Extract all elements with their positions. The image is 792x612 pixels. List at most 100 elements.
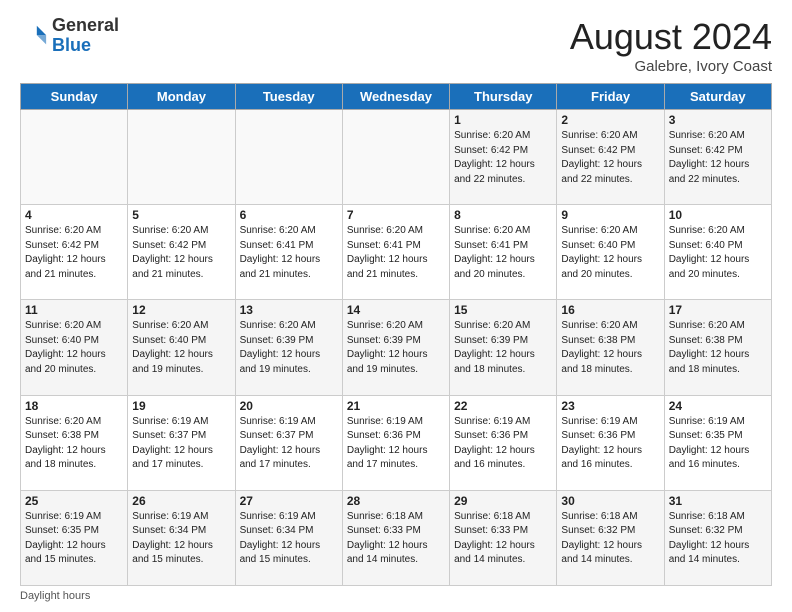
calendar-day-cell: 2 Sunrise: 6:20 AM Sunset: 6:42 PM Daylig… [557,110,664,205]
calendar-header-row: SundayMondayTuesdayWednesdayThursdayFrid… [21,84,772,110]
day-number: 11 [25,303,123,317]
calendar-day-cell: 19Sunrise: 6:19 AM Sunset: 6:37 PM Dayli… [128,395,235,490]
calendar-day-header: Thursday [450,84,557,110]
calendar-week-row: 4 Sunrise: 6:20 AM Sunset: 6:42 PM Daylig… [21,205,772,300]
day-info: Sunrise: 6:20 AM Sunset: 6:38 PM Dayligh… [561,319,659,377]
logo-blue-text: Blue [52,35,91,55]
calendar-day-cell [235,110,342,205]
calendar-day-header: Tuesday [235,84,342,110]
day-info: Sunrise: 6:19 AM Sunset: 6:36 PM Dayligh… [347,415,445,473]
calendar-week-row: 1Sunrise: 6:20 AM Sunset: 6:42 PM Daylig… [21,110,772,205]
day-info: Sunrise: 6:20 AM Sunset: 6:40 PM Dayligh… [132,319,230,377]
day-info: Sunrise: 6:20 AM Sunset: 6:38 PM Dayligh… [669,319,767,377]
calendar-day-cell: 15 Sunrise: 6:20 AM Sunset: 6:39 PM Dayli… [450,300,557,395]
logo-general-text: General [52,15,119,35]
calendar-day-header: Monday [128,84,235,110]
day-info: Sunrise: 6:18 AM Sunset: 6:33 PM Dayligh… [454,510,552,568]
day-number: 6 [240,208,338,222]
day-info: Sunrise: 6:18 AM Sunset: 6:32 PM Dayligh… [561,510,659,568]
day-number: 10 [669,208,767,222]
calendar-day-cell: 5Sunrise: 6:20 AM Sunset: 6:42 PM Daylig… [128,205,235,300]
day-number: 16 [561,303,659,317]
calendar-day-cell: 30 Sunrise: 6:18 AM Sunset: 6:32 PM Dayli… [557,490,664,585]
logo: General Blue [20,16,119,56]
logo-text: General Blue [52,16,119,56]
calendar-day-cell: 24Sunrise: 6:19 AM Sunset: 6:35 PM Dayli… [664,395,771,490]
calendar-day-cell: 20Sunrise: 6:19 AM Sunset: 6:37 PM Dayli… [235,395,342,490]
calendar-week-row: 25 Sunrise: 6:19 AM Sunset: 6:35 PM Dayli… [21,490,772,585]
calendar-day-cell: 26 Sunrise: 6:19 AM Sunset: 6:34 PM Dayli… [128,490,235,585]
calendar-day-cell: 4 Sunrise: 6:20 AM Sunset: 6:42 PM Daylig… [21,205,128,300]
day-info: Sunrise: 6:20 AM Sunset: 6:40 PM Dayligh… [561,224,659,282]
day-number: 4 [25,208,123,222]
day-number: 23 [561,399,659,413]
day-number: 20 [240,399,338,413]
day-info: Sunrise: 6:20 AM Sunset: 6:38 PM Dayligh… [25,415,123,473]
day-info: Sunrise: 6:20 AM Sunset: 6:39 PM Dayligh… [454,319,552,377]
day-info: Sunrise: 6:18 AM Sunset: 6:32 PM Dayligh… [669,510,767,568]
day-number: 8 [454,208,552,222]
day-number: 12 [132,303,230,317]
calendar-day-cell: 12 Sunrise: 6:20 AM Sunset: 6:40 PM Dayli… [128,300,235,395]
day-info: Sunrise: 6:20 AM Sunset: 6:42 PM Dayligh… [25,224,123,282]
calendar-day-cell [21,110,128,205]
day-number: 26 [132,494,230,508]
day-number: 25 [25,494,123,508]
day-info: Sunrise: 6:20 AM Sunset: 6:41 PM Dayligh… [347,224,445,282]
day-info: Sunrise: 6:20 AM Sunset: 6:39 PM Dayligh… [347,319,445,377]
day-number: 22 [454,399,552,413]
calendar-day-cell: 29 Sunrise: 6:18 AM Sunset: 6:33 PM Dayli… [450,490,557,585]
day-number: 2 [561,113,659,127]
day-number: 21 [347,399,445,413]
day-info: Sunrise: 6:18 AM Sunset: 6:33 PM Dayligh… [347,510,445,568]
calendar-day-cell: 6 Sunrise: 6:20 AM Sunset: 6:41 PM Daylig… [235,205,342,300]
day-number: 7 [347,208,445,222]
daylight-hours-label: Daylight hours [20,590,90,602]
calendar-day-cell: 21 Sunrise: 6:19 AM Sunset: 6:36 PM Dayli… [342,395,449,490]
day-number: 30 [561,494,659,508]
calendar-day-cell: 11Sunrise: 6:20 AM Sunset: 6:40 PM Dayli… [21,300,128,395]
day-info: Sunrise: 6:20 AM Sunset: 6:41 PM Dayligh… [240,224,338,282]
calendar-day-cell: 10 Sunrise: 6:20 AM Sunset: 6:40 PM Dayli… [664,205,771,300]
calendar-day-cell: 18Sunrise: 6:20 AM Sunset: 6:38 PM Dayli… [21,395,128,490]
day-info: Sunrise: 6:20 AM Sunset: 6:42 PM Dayligh… [669,129,767,187]
day-number: 13 [240,303,338,317]
day-number: 3 [669,113,767,127]
day-number: 19 [132,399,230,413]
day-info: Sunrise: 6:19 AM Sunset: 6:34 PM Dayligh… [132,510,230,568]
day-info: Sunrise: 6:19 AM Sunset: 6:36 PM Dayligh… [454,415,552,473]
day-info: Sunrise: 6:20 AM Sunset: 6:42 PM Dayligh… [561,129,659,187]
day-info: Sunrise: 6:20 AM Sunset: 6:40 PM Dayligh… [669,224,767,282]
day-number: 29 [454,494,552,508]
calendar-day-cell: 23 Sunrise: 6:19 AM Sunset: 6:36 PM Dayli… [557,395,664,490]
month-title: August 2024 [570,16,772,58]
day-info: Sunrise: 6:20 AM Sunset: 6:42 PM Dayligh… [454,129,552,187]
calendar-day-cell: 25 Sunrise: 6:19 AM Sunset: 6:35 PM Dayli… [21,490,128,585]
location-subtitle: Galebre, Ivory Coast [570,58,772,75]
day-info: Sunrise: 6:20 AM Sunset: 6:39 PM Dayligh… [240,319,338,377]
calendar-day-cell: 14 Sunrise: 6:20 AM Sunset: 6:39 PM Dayli… [342,300,449,395]
calendar-day-header: Friday [557,84,664,110]
day-number: 24 [669,399,767,413]
page: General Blue August 2024 Galebre, Ivory … [0,0,792,612]
calendar-day-cell: 3 Sunrise: 6:20 AM Sunset: 6:42 PM Daylig… [664,110,771,205]
title-block: August 2024 Galebre, Ivory Coast [570,16,772,75]
day-number: 27 [240,494,338,508]
calendar-day-header: Wednesday [342,84,449,110]
day-number: 14 [347,303,445,317]
day-number: 9 [561,208,659,222]
calendar-table: SundayMondayTuesdayWednesdayThursdayFrid… [20,83,772,586]
day-info: Sunrise: 6:19 AM Sunset: 6:36 PM Dayligh… [561,415,659,473]
calendar-day-header: Saturday [664,84,771,110]
calendar-day-cell [128,110,235,205]
calendar-day-cell: 9 Sunrise: 6:20 AM Sunset: 6:40 PM Daylig… [557,205,664,300]
calendar-day-cell: 1Sunrise: 6:20 AM Sunset: 6:42 PM Daylig… [450,110,557,205]
day-number: 15 [454,303,552,317]
day-info: Sunrise: 6:20 AM Sunset: 6:41 PM Dayligh… [454,224,552,282]
day-info: Sunrise: 6:19 AM Sunset: 6:35 PM Dayligh… [25,510,123,568]
calendar-day-header: Sunday [21,84,128,110]
calendar-week-row: 11 Sunrise: 6:20 AM Sunset: 6:40 PM Dayli… [21,300,772,395]
footer-note: Daylight hours [20,590,772,602]
logo-icon [20,22,48,50]
calendar-day-cell: 8 Sunrise: 6:20 AM Sunset: 6:41 PM Daylig… [450,205,557,300]
